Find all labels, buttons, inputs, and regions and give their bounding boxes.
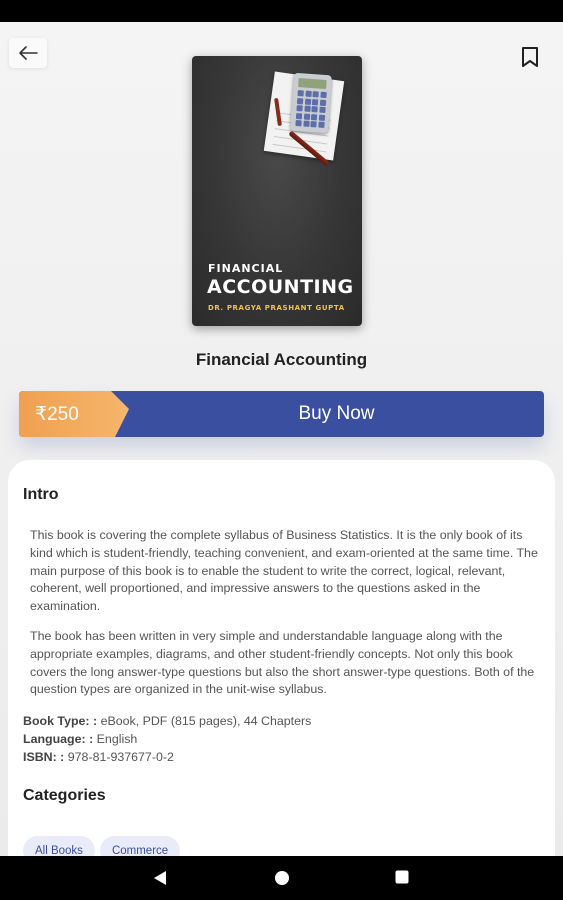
categories-heading: Categories: [23, 787, 106, 804]
language-row: Language: : English: [23, 730, 137, 748]
book-cover-image: FINANCIAL ACCOUNTING DR. PRAGYA PRASHANT…: [192, 56, 362, 326]
isbn-label: ISBN: :: [23, 750, 65, 764]
price-tag: ₹250: [19, 391, 129, 437]
nav-recents-square-icon[interactable]: [395, 870, 409, 884]
details-card: Intro This book is covering the complete…: [8, 460, 555, 880]
isbn-value: 978-81-937677-0-2: [67, 750, 174, 764]
system-navigation-bar: [0, 856, 563, 900]
intro-paragraph-2: The book has been written in very simple…: [30, 629, 535, 697]
cover-author: DR. PRAGYA PRASHANT GUPTA: [208, 304, 345, 312]
back-button[interactable]: [9, 38, 47, 68]
book-type-label: Book Type: :: [23, 714, 98, 728]
isbn-row: ISBN: : 978-81-937677-0-2: [23, 748, 174, 766]
bookmark-icon: [522, 47, 538, 67]
book-title: Financial Accounting: [195, 350, 368, 369]
language-value: English: [96, 732, 138, 746]
buy-now-button[interactable]: ₹250 Buy Now: [19, 391, 544, 437]
nav-back-triangle-icon[interactable]: [153, 870, 167, 886]
cover-calculator-illustration: [290, 72, 332, 134]
book-type-row: Book Type: : eBook, PDF (815 pages), 44 …: [23, 712, 311, 730]
book-detail-page: FINANCIAL ACCOUNTING DR. PRAGYA PRASHANT…: [0, 22, 563, 880]
cover-title-small: FINANCIAL: [208, 262, 284, 275]
nav-home-circle-icon[interactable]: [274, 870, 290, 886]
cover-title-big: ACCOUNTING: [207, 276, 354, 298]
intro-heading: Intro: [23, 486, 59, 503]
book-type-value: eBook, PDF (815 pages), 44 Chapters: [100, 714, 312, 728]
buy-now-label: Buy Now: [298, 403, 375, 424]
arrow-left-icon: [19, 46, 38, 60]
intro-paragraph-1: This book is covering the complete sylla…: [30, 528, 538, 614]
status-bar: [0, 0, 563, 22]
price-text: ₹250: [35, 404, 79, 425]
bookmark-button[interactable]: [517, 42, 543, 72]
language-label: Language: :: [23, 732, 94, 746]
